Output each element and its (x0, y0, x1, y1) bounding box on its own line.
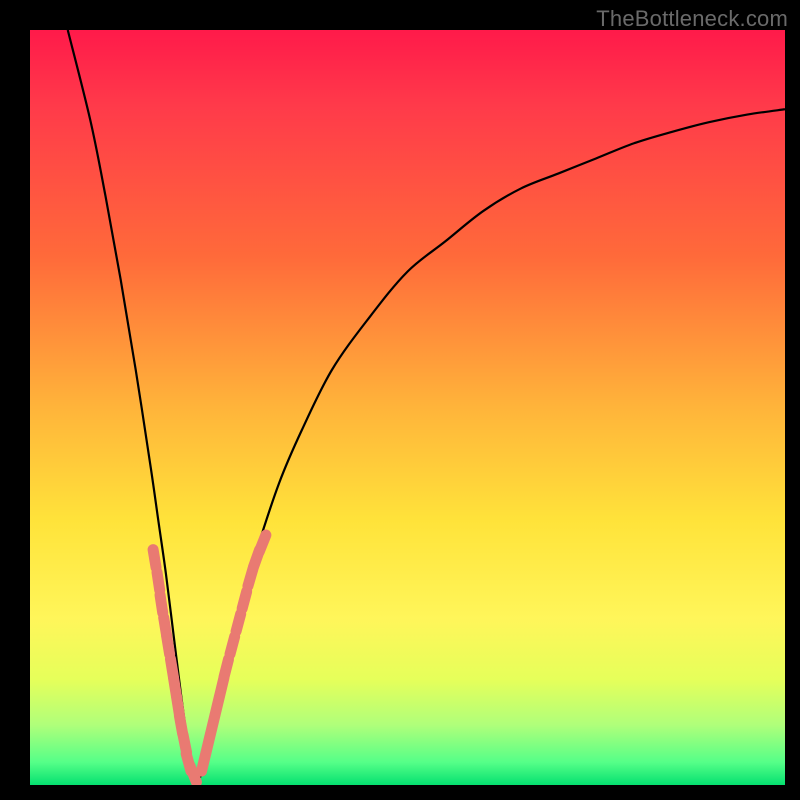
marker-point (259, 535, 266, 552)
marker-point (167, 636, 170, 654)
marker-point (236, 614, 241, 631)
markers-right-branch (202, 535, 266, 771)
plot-svg (30, 30, 785, 785)
marker-point (160, 595, 163, 613)
chart-frame: TheBottleneck.com (0, 0, 800, 800)
marker-point (153, 550, 156, 568)
marker-point (224, 659, 228, 676)
plot-area (30, 30, 785, 785)
marker-point (157, 572, 160, 590)
watermark-text: TheBottleneck.com (596, 6, 788, 32)
marker-point (190, 765, 197, 782)
markers-left-branch (153, 550, 196, 782)
marker-point (230, 637, 235, 654)
marker-point (242, 591, 247, 608)
